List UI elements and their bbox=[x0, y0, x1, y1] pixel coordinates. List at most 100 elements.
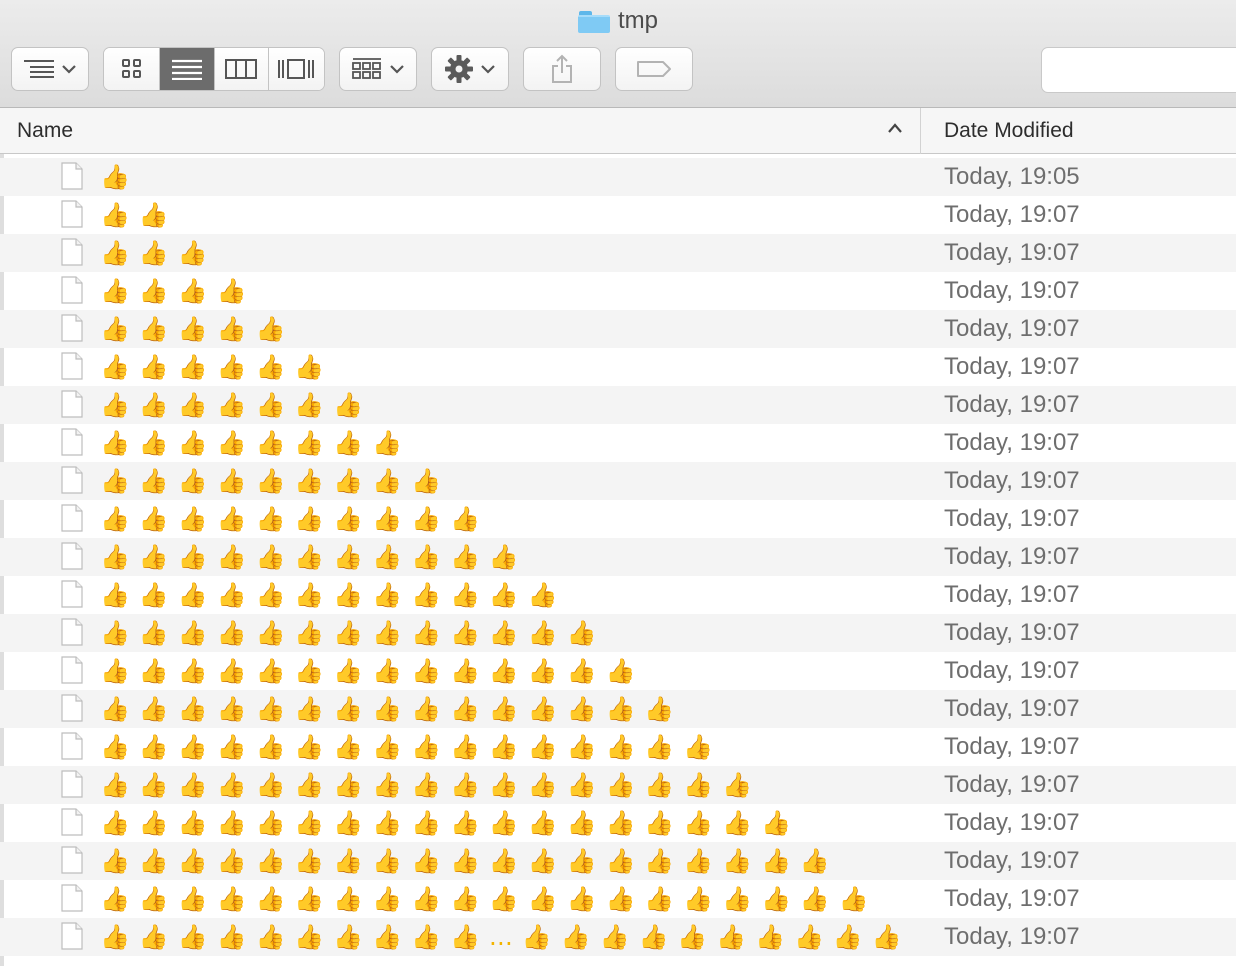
column-header-date-modified[interactable]: Date Modified bbox=[944, 119, 1074, 143]
file-row[interactable]: 👍👍👍👍👍👍👍👍👍 Today, 19:07 bbox=[0, 462, 1236, 500]
file-name: 👍👍👍👍👍👍👍👍👍👍…👍👍👍👍👍👍👍👍👍👍 bbox=[100, 923, 911, 951]
document-icon bbox=[61, 694, 83, 722]
view-mode-icons-button[interactable] bbox=[104, 48, 161, 90]
file-name: 👍👍👍👍👍👍👍👍 bbox=[100, 429, 412, 457]
file-date-modified: Today, 19:07 bbox=[944, 467, 1080, 494]
file-date-modified: Today, 19:07 bbox=[944, 885, 1080, 912]
file-name: 👍👍👍👍👍👍👍👍👍👍👍👍👍👍👍👍 bbox=[100, 733, 723, 761]
file-date-modified: Today, 19:07 bbox=[944, 923, 1080, 950]
file-name: 👍👍👍👍👍👍👍👍👍👍👍👍👍 bbox=[100, 619, 606, 647]
file-date-modified: Today, 19:07 bbox=[944, 581, 1080, 608]
document-icon bbox=[61, 580, 83, 608]
file-row[interactable]: 👍👍👍👍👍👍👍👍👍👍👍👍👍👍👍👍👍👍👍 Today, 19:07 bbox=[0, 842, 1236, 880]
file-date-modified: Today, 19:07 bbox=[944, 239, 1080, 266]
document-icon bbox=[61, 390, 83, 418]
chevron-down-icon bbox=[62, 64, 76, 74]
file-date-modified: Today, 19:07 bbox=[944, 277, 1080, 304]
document-icon bbox=[61, 238, 83, 266]
coverflow-icon bbox=[278, 59, 315, 79]
file-name: 👍👍👍👍👍👍 bbox=[100, 353, 334, 381]
document-icon bbox=[61, 656, 83, 684]
file-name: 👍👍👍👍👍👍👍👍👍👍👍👍👍👍👍👍👍👍 bbox=[100, 809, 800, 837]
window-toolbar: tmp bbox=[0, 0, 1236, 108]
file-date-modified: Today, 19:07 bbox=[944, 429, 1080, 456]
file-name: 👍 bbox=[100, 163, 139, 191]
file-name: 👍👍👍👍👍👍👍👍👍👍 bbox=[100, 505, 489, 533]
file-date-modified: Today, 19:07 bbox=[944, 505, 1080, 532]
file-row[interactable]: 👍👍👍👍👍👍👍👍👍👍👍👍👍👍👍👍👍 Today, 19:07 bbox=[0, 766, 1236, 804]
file-name: 👍👍👍👍👍👍👍👍👍👍👍 bbox=[100, 543, 528, 571]
file-name: 👍👍👍👍👍👍👍👍👍👍👍👍👍👍 bbox=[100, 657, 645, 685]
view-mode-segmented-control bbox=[103, 47, 325, 91]
document-icon bbox=[61, 428, 83, 456]
file-date-modified: Today, 19:07 bbox=[944, 619, 1080, 646]
share-icon bbox=[552, 54, 572, 83]
file-name: 👍👍👍 bbox=[100, 239, 217, 267]
file-row[interactable]: 👍👍👍👍👍👍👍👍 Today, 19:07 bbox=[0, 424, 1236, 462]
file-row[interactable]: 👍👍👍👍👍👍 Today, 19:07 bbox=[0, 348, 1236, 386]
arrange-menu-button[interactable] bbox=[339, 47, 417, 91]
grid-icon bbox=[121, 59, 141, 78]
action-menu-button[interactable] bbox=[431, 47, 509, 91]
document-icon bbox=[61, 732, 83, 760]
column-header-name[interactable]: Name bbox=[17, 119, 73, 143]
file-row[interactable]: 👍👍👍👍👍👍👍👍👍👍👍👍👍👍👍👍👍👍👍👍 Today, 19:07 bbox=[0, 880, 1236, 918]
view-mode-list-button[interactable] bbox=[160, 48, 215, 90]
gear-icon bbox=[445, 55, 473, 83]
file-date-modified: Today, 19:07 bbox=[944, 315, 1080, 342]
file-row[interactable]: 👍👍👍👍👍👍👍 Today, 19:07 bbox=[0, 386, 1236, 424]
file-name: 👍👍👍👍👍👍👍👍👍 bbox=[100, 467, 450, 495]
file-row[interactable]: 👍👍👍👍👍👍👍👍👍👍👍👍👍👍👍 Today, 19:07 bbox=[0, 690, 1236, 728]
file-list: 👍 Today, 19:05 👍👍 Today, 19:07 👍👍👍 Today, 19:… bbox=[0, 158, 1236, 956]
file-name: 👍👍👍👍 bbox=[100, 277, 256, 305]
file-date-modified: Today, 19:07 bbox=[944, 543, 1080, 570]
tags-button[interactable] bbox=[615, 47, 693, 91]
file-row[interactable]: 👍👍👍👍👍👍👍👍👍👍👍👍👍👍👍👍 Today, 19:07 bbox=[0, 728, 1236, 766]
file-row[interactable]: 👍👍👍👍👍 Today, 19:07 bbox=[0, 310, 1236, 348]
document-icon bbox=[61, 770, 83, 798]
file-row[interactable]: 👍👍👍👍👍👍👍👍👍👍👍👍👍👍👍👍👍👍 Today, 19:07 bbox=[0, 804, 1236, 842]
file-date-modified: Today, 19:07 bbox=[944, 847, 1080, 874]
document-icon bbox=[61, 200, 83, 228]
view-options-menu-button[interactable] bbox=[11, 47, 89, 91]
file-row[interactable]: 👍👍👍👍👍👍👍👍👍👍👍👍👍👍 Today, 19:07 bbox=[0, 652, 1236, 690]
document-icon bbox=[61, 504, 83, 532]
file-row[interactable]: 👍👍 Today, 19:07 bbox=[0, 196, 1236, 234]
document-icon bbox=[61, 618, 83, 646]
window-title-area: tmp bbox=[0, 6, 1236, 36]
view-mode-coverflow-button[interactable] bbox=[268, 48, 324, 90]
window-title: tmp bbox=[617, 7, 658, 34]
column-divider[interactable] bbox=[920, 108, 921, 154]
file-date-modified: Today, 19:07 bbox=[944, 391, 1080, 418]
document-icon bbox=[61, 808, 83, 836]
share-button[interactable] bbox=[523, 47, 601, 91]
file-row[interactable]: 👍 Today, 19:05 bbox=[0, 158, 1236, 196]
document-icon bbox=[61, 314, 83, 342]
file-row[interactable]: 👍👍👍👍👍👍👍👍👍👍👍 Today, 19:07 bbox=[0, 538, 1236, 576]
file-name: 👍👍👍👍👍👍👍 bbox=[100, 391, 373, 419]
document-icon bbox=[61, 162, 83, 190]
file-date-modified: Today, 19:07 bbox=[944, 809, 1080, 836]
search-field[interactable] bbox=[1041, 47, 1236, 93]
file-name: 👍👍👍👍👍👍👍👍👍👍👍👍👍👍👍👍👍👍👍 bbox=[100, 847, 839, 875]
file-row[interactable]: 👍👍👍👍👍👍👍👍👍👍 Today, 19:07 bbox=[0, 500, 1236, 538]
chevron-up-icon[interactable] bbox=[887, 122, 903, 134]
file-row[interactable]: 👍👍👍 Today, 19:07 bbox=[0, 234, 1236, 272]
list-lines-icon bbox=[24, 60, 54, 78]
file-row[interactable]: 👍👍👍👍 Today, 19:07 bbox=[0, 272, 1236, 310]
view-mode-columns-button[interactable] bbox=[214, 48, 269, 90]
file-row[interactable]: 👍👍👍👍👍👍👍👍👍👍…👍👍👍👍👍👍👍👍👍👍 Today, 19:07 bbox=[0, 918, 1236, 956]
file-row[interactable]: 👍👍👍👍👍👍👍👍👍👍👍👍👍 Today, 19:07 bbox=[0, 614, 1236, 652]
file-name: 👍👍👍👍👍👍👍👍👍👍👍👍👍👍👍👍👍 bbox=[100, 771, 762, 799]
file-row[interactable]: 👍👍👍👍👍👍👍👍👍👍👍👍 Today, 19:07 bbox=[0, 576, 1236, 614]
chevron-down-icon bbox=[390, 64, 404, 74]
document-icon bbox=[61, 846, 83, 874]
column-header-bar: Name Date Modified bbox=[0, 108, 1236, 154]
file-date-modified: Today, 19:07 bbox=[944, 733, 1080, 760]
file-name: 👍👍👍👍👍👍👍👍👍👍👍👍👍👍👍 bbox=[100, 695, 684, 723]
file-date-modified: Today, 19:05 bbox=[944, 163, 1080, 190]
file-date-modified: Today, 19:07 bbox=[944, 657, 1080, 684]
file-name: 👍👍👍👍👍👍👍👍👍👍👍👍👍👍👍👍👍👍👍👍 bbox=[100, 885, 878, 913]
list-icon bbox=[172, 59, 203, 80]
file-name: 👍👍👍👍👍 bbox=[100, 315, 295, 343]
